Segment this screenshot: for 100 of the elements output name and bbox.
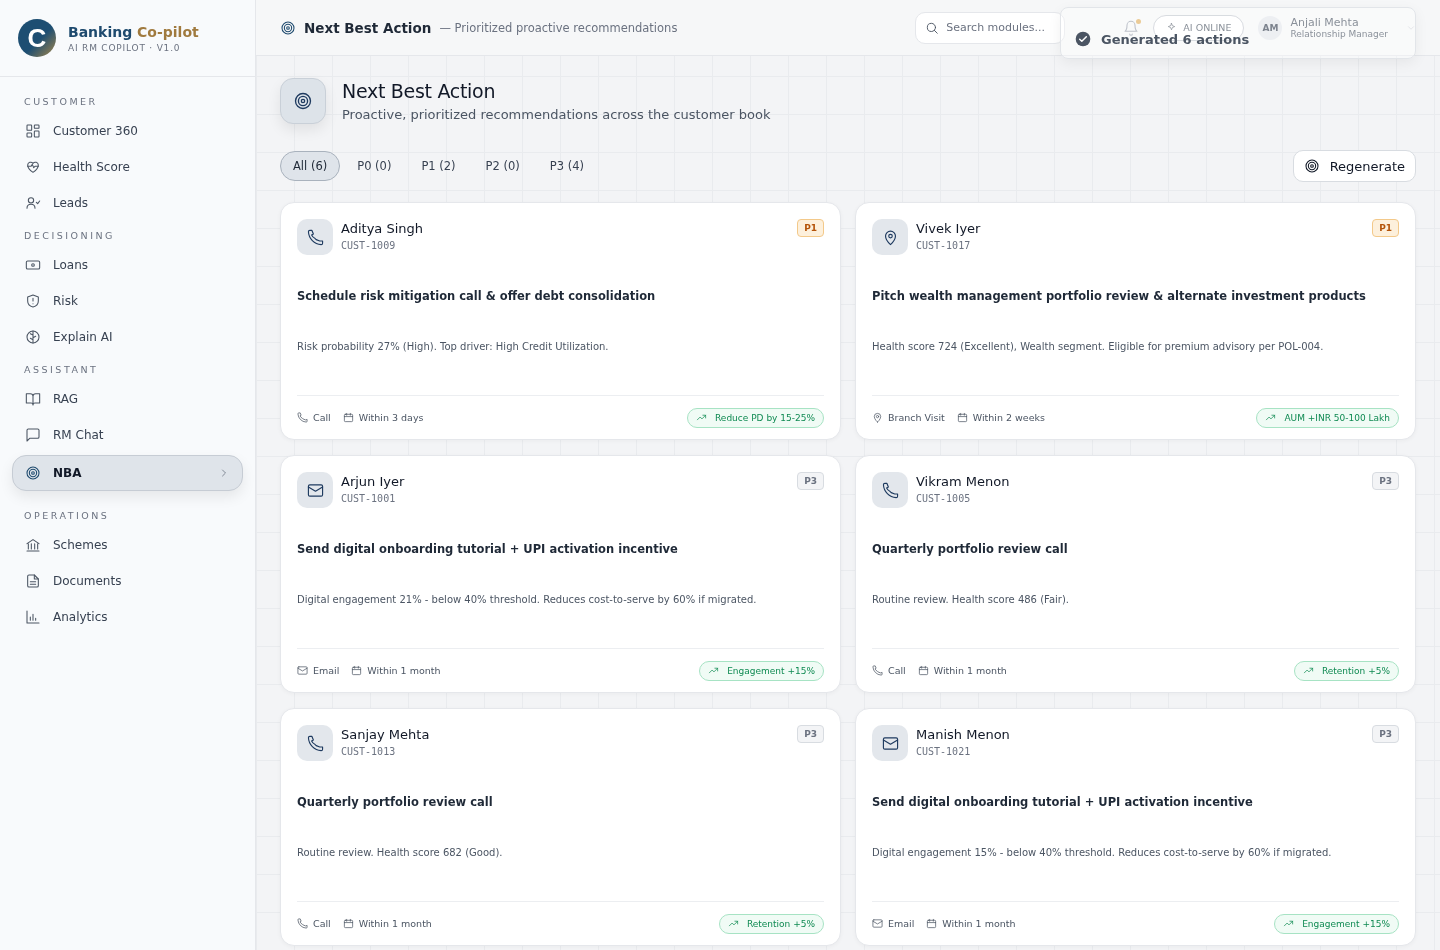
action-title: Send digital onboarding tutorial + UPI activation incentive [872, 795, 1254, 809]
map-pin-icon [872, 412, 883, 423]
priority-badge: P3 [797, 472, 824, 490]
user-icon [25, 195, 41, 211]
book-icon [25, 391, 41, 407]
action-title: Send digital onboarding tutorial + UPI activation incentive [297, 542, 679, 556]
customer-id: CUST-1017 [916, 240, 972, 251]
customer-name: Arjun Iyer [341, 474, 406, 489]
calendar-icon [351, 665, 363, 676]
search-field[interactable]: Search modules... [915, 11, 1066, 44]
action-reason: Risk probability 27% (High). Top driver: High Credit Utilization. [297, 341, 610, 352]
sparkle-icon [1166, 22, 1178, 33]
bank-icon [25, 537, 41, 553]
user-name: Anjali Mehta [1290, 16, 1360, 29]
sidebar-item[interactable]: Explain AI [12, 319, 243, 355]
timeline-label: Within 1 month [942, 918, 1016, 929]
customer-id: CUST-1001 [341, 493, 397, 504]
channel-label: Branch Visit [888, 412, 945, 423]
calendar-icon [342, 412, 354, 423]
action-title: Schedule risk mitigation call & offer debt consolidation [297, 289, 657, 303]
filter-tab[interactable]: P3 (4) [536, 151, 597, 181]
timeline-label: Within 1 month [358, 918, 432, 929]
phone-icon [306, 734, 324, 752]
priority-badge: P3 [1372, 725, 1399, 743]
trend-up-icon [1283, 918, 1295, 929]
app-subtitle: AI RM COPILOT · V1.0 [68, 42, 182, 53]
sidebar-item[interactable]: NBA [12, 455, 243, 491]
section-title: DECISIONING [23, 229, 116, 243]
timeline-label: Within 1 month [367, 665, 441, 676]
customer-id: CUST-1013 [341, 746, 397, 757]
trend-up-icon [1265, 412, 1277, 423]
impact-badge: Retention +5% [718, 913, 824, 934]
customer-id: CUST-1005 [916, 493, 972, 504]
customer-name: Sanjay Mehta [341, 727, 431, 742]
sidebar-item[interactable]: Loans [12, 247, 243, 283]
customer-name: Manish Menon [916, 727, 1011, 742]
section-title: OPERATIONS [23, 509, 111, 523]
calendar-icon [926, 918, 938, 929]
phone-icon [297, 412, 308, 423]
timeline-label: Within 3 days [358, 412, 424, 423]
impact-badge: Reduce PD by 15-25% [687, 407, 824, 428]
sidebar-item[interactable]: RAG [12, 381, 243, 417]
channel-label: Email [888, 918, 915, 929]
envelope-icon [872, 918, 883, 929]
envelope-icon [297, 665, 308, 676]
calendar-icon [956, 412, 968, 423]
action-reason: Digital engagement 15% - below 40% threshold. Reduces cost-to-serve by 60% if migrated. [872, 847, 1333, 858]
customer-id: CUST-1021 [916, 746, 972, 757]
check-circle-icon [1075, 31, 1091, 47]
grid-icon [25, 123, 41, 139]
priority-badge: P1 [1372, 219, 1399, 237]
trend-up-icon [727, 918, 739, 929]
user-role: Relationship Manager [1290, 29, 1388, 39]
calendar-icon [917, 665, 929, 676]
filter-tab[interactable]: P1 (2) [408, 151, 469, 181]
sidebar-item[interactable]: RM Chat [12, 417, 243, 453]
sidebar-item[interactable]: Analytics [12, 599, 243, 635]
action-title: Quarterly portfolio review call [872, 542, 1069, 556]
impact-badge: Engagement +15% [699, 660, 824, 681]
target-icon [293, 91, 313, 111]
notification-dot [1136, 18, 1142, 24]
target-icon [25, 465, 41, 481]
action-reason: Routine review. Health score 486 (Fair). [872, 594, 1070, 605]
phone-icon [881, 481, 899, 499]
toast-message: Generated 6 actions [1101, 31, 1250, 47]
page-title: Next Best Action [304, 19, 432, 36]
channel-label: Call [313, 918, 331, 929]
logo: C [18, 19, 56, 57]
timeline-label: Within 1 month [933, 665, 1007, 676]
priority-badge: P1 [797, 219, 824, 237]
filter-tab[interactable]: P2 (0) [472, 151, 533, 181]
user-avatar: AM [1258, 15, 1283, 40]
sidebar-item[interactable]: Schemes [12, 527, 243, 563]
phone-icon [306, 228, 324, 246]
action-title: Pitch wealth management portfolio review & alternate investment products [872, 289, 1367, 303]
customer-id: CUST-1009 [341, 240, 397, 251]
bar-chart-icon [25, 609, 41, 625]
sidebar-item[interactable]: Leads [12, 185, 243, 221]
filter-tab[interactable]: All (6) [280, 151, 341, 181]
target-icon [280, 19, 296, 36]
phone-icon [297, 918, 308, 929]
sidebar-item[interactable]: Documents [12, 563, 243, 599]
envelope-icon [306, 481, 324, 499]
sidebar-item[interactable]: Customer 360 [12, 113, 243, 149]
priority-badge: P3 [1372, 472, 1399, 490]
action-reason: Routine review. Health score 682 (Good). [297, 847, 504, 858]
channel-label: Call [888, 665, 906, 676]
section-title: CUSTOMER [23, 95, 99, 109]
filter-tab[interactable]: P0 (0) [344, 151, 405, 181]
customer-name: Vikram Menon [916, 474, 1011, 489]
heading: Next Best Action [342, 80, 497, 102]
customer-name: Aditya Singh [341, 221, 424, 236]
sidebar-item[interactable]: Risk [12, 283, 243, 319]
sidebar-item[interactable]: Health Score [12, 149, 243, 185]
trend-up-icon [708, 665, 720, 676]
action-reason: Digital engagement 21% - below 40% threshold. Reduces cost-to-serve by 60% if migrated. [297, 594, 758, 605]
calendar-icon [342, 918, 354, 929]
regenerate-button[interactable]: Regenerate [1292, 150, 1416, 182]
impact-badge: Engagement +15% [1274, 913, 1399, 934]
channel-label: Call [313, 412, 331, 423]
